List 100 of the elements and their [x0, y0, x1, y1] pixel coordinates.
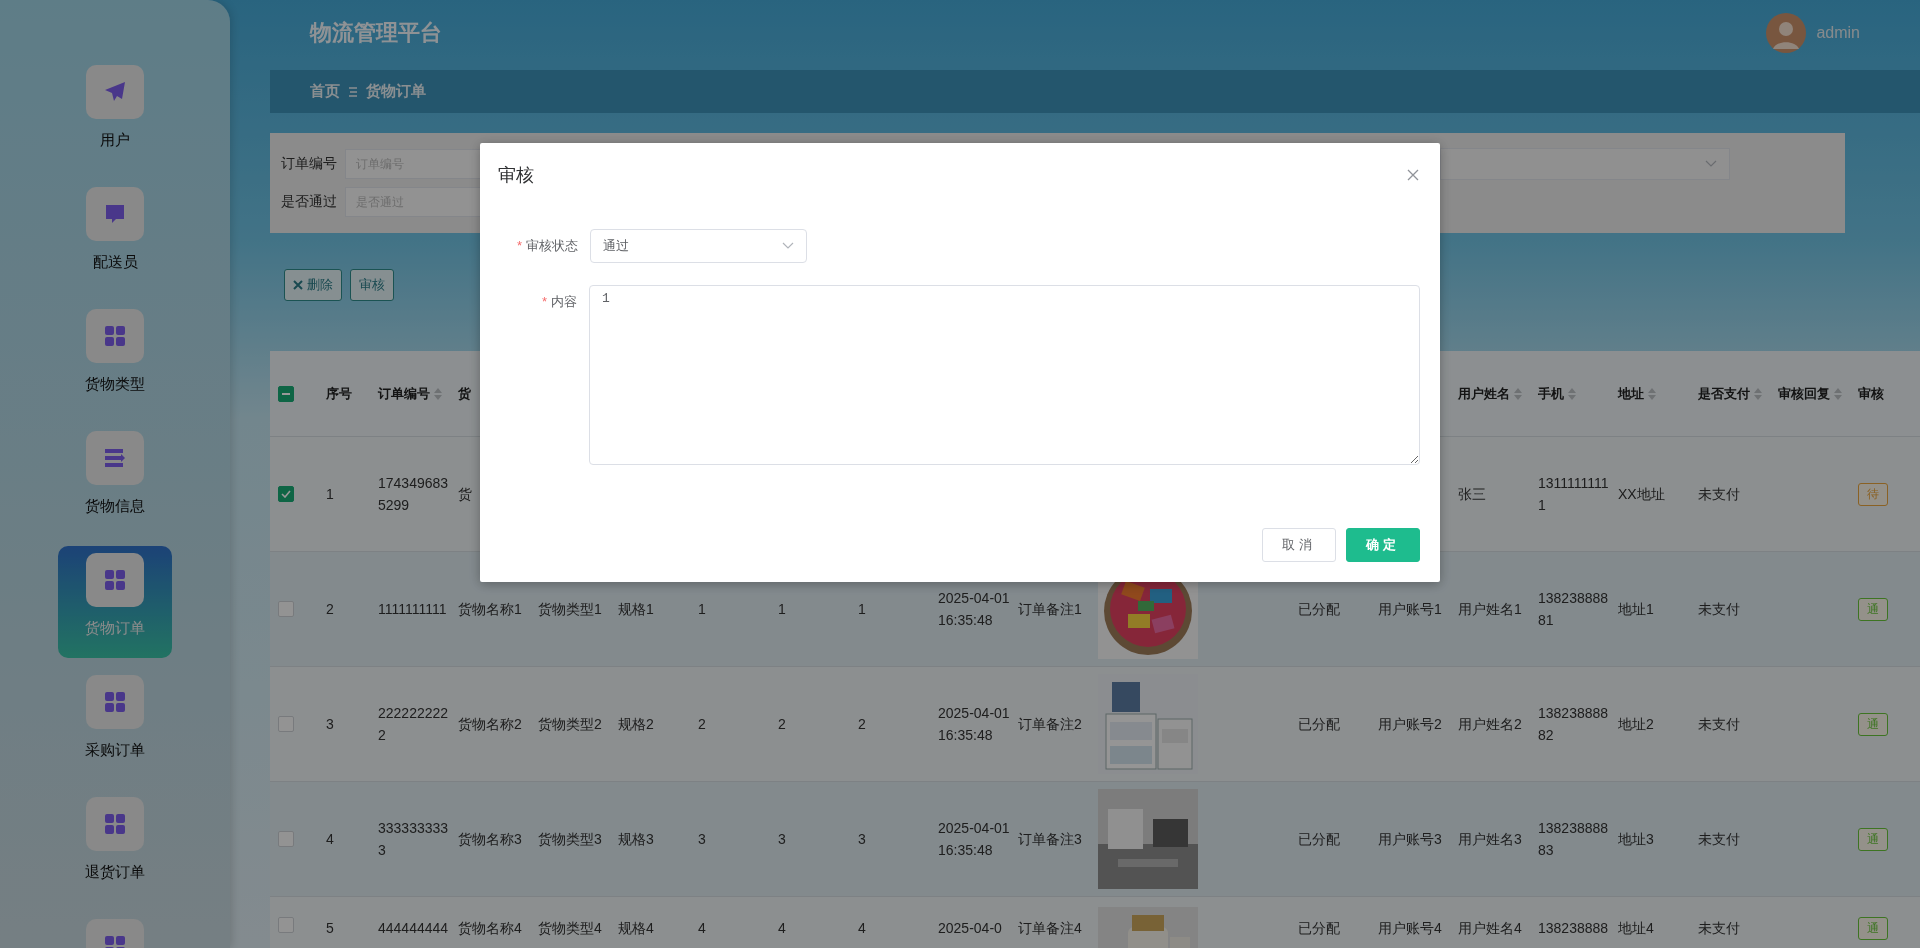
table-cell-text: 1 — [778, 600, 786, 619]
list-icon — [103, 446, 127, 470]
table-cell-text: 货物类型4 — [538, 919, 602, 938]
table-cell-text: 用户姓名2 — [1458, 715, 1522, 734]
sidebar-item[interactable]: 货物信息 — [58, 424, 172, 536]
table-cell-text: 13111111111 — [1538, 474, 1610, 515]
table-cell-text: 2025-04-01 16:35:48 — [938, 819, 1010, 860]
table-cell-text: 未支付 — [1698, 830, 1740, 849]
field-label: 是否通过 — [281, 193, 337, 211]
select-field[interactable] — [1440, 148, 1730, 180]
sidebar-item[interactable]: 退货订单 — [58, 790, 172, 902]
chevron-down-icon — [782, 242, 794, 250]
table-cell-text: 规格1 — [618, 600, 654, 619]
table-cell-text: 1111111111 — [378, 600, 447, 619]
sort-icon[interactable] — [434, 387, 442, 400]
sidebar-item[interactable]: 采购订单 — [58, 668, 172, 780]
sort-icon[interactable] — [1834, 387, 1842, 400]
confirm-button[interactable]: 确定 — [1346, 528, 1420, 562]
table-cell-text: 3 — [698, 830, 706, 849]
table-cell-text: 未支付 — [1698, 485, 1740, 504]
table-cell-text: 已分配 — [1298, 830, 1340, 849]
table-cell-text: 3 — [858, 830, 866, 849]
row-checkbox[interactable] — [278, 716, 294, 732]
status-tag: 通 — [1858, 917, 1888, 940]
close-button[interactable] — [1406, 168, 1420, 182]
row-checkbox[interactable] — [278, 831, 294, 847]
table-cell-text: 444444444 — [378, 919, 449, 938]
table-cell-text: 2 — [698, 715, 706, 734]
dialog-title: 审核 — [498, 164, 534, 187]
column-header[interactable]: 地址 — [1618, 384, 1656, 403]
column-header[interactable]: 是否支付 — [1698, 384, 1762, 403]
table-cell-text: 货物名称1 — [458, 600, 522, 619]
table-cell-text: 规格4 — [618, 919, 654, 938]
table-cell-text: 订单备注3 — [1018, 830, 1082, 849]
breadcrumb-item[interactable]: 货物订单 — [366, 82, 426, 101]
table-cell-text: 地址1 — [1618, 600, 1654, 619]
sidebar-item[interactable]: 用户 — [58, 58, 172, 170]
breadcrumb-item[interactable]: 首页 — [310, 82, 340, 101]
check-icon — [281, 490, 291, 498]
table-cell-text: 用户账号2 — [1378, 715, 1442, 734]
grid-icon — [103, 568, 127, 592]
table-cell-text: 地址3 — [1618, 830, 1654, 849]
table-cell-text: 2 — [778, 715, 786, 734]
table-cell-text: 张三 — [1458, 485, 1486, 504]
grid-icon — [103, 812, 127, 836]
select-all-checkbox[interactable] — [278, 385, 294, 402]
field-label: 订单编号 — [281, 155, 337, 173]
table-cell-text: 4 — [326, 830, 334, 849]
table-cell-text: 4 — [778, 919, 786, 938]
content-field[interactable]: 1 — [589, 285, 1420, 465]
chat-icon — [103, 202, 127, 226]
column-header[interactable]: 审核回复 — [1778, 384, 1842, 403]
column-header[interactable]: 订单编号 — [378, 384, 442, 403]
table-cell-text: 1743496835299 — [378, 474, 450, 515]
row-checkbox[interactable] — [278, 601, 294, 617]
table-cell-text: 3333333333 — [378, 819, 450, 860]
sidebar-item[interactable]: 货物类型 — [58, 302, 172, 414]
sidebar-item[interactable]: 配送员 — [58, 180, 172, 292]
table-cell-text: 货物名称3 — [458, 830, 522, 849]
table-cell-text: 已分配 — [1298, 919, 1340, 938]
table-cell-text: 用户姓名1 — [1458, 600, 1522, 619]
table-cell-text: 未支付 — [1698, 600, 1740, 619]
grid-icon — [103, 324, 127, 348]
table-cell-text: 用户账号1 — [1378, 600, 1442, 619]
status-tag: 通 — [1858, 827, 1888, 851]
avatar[interactable] — [1766, 12, 1807, 53]
cancel-button[interactable]: 取消 — [1262, 528, 1336, 562]
table-cell-text: 3 — [778, 830, 786, 849]
table-cell-text: 1 — [698, 600, 706, 619]
table-cell-text: 5 — [326, 919, 334, 938]
sidebar-label: 用户 — [100, 131, 130, 150]
sort-icon[interactable] — [1754, 387, 1762, 400]
row-checkbox[interactable] — [278, 917, 294, 933]
table-cell-text: 3 — [326, 715, 334, 734]
table-cell-text: 13823888882 — [1538, 704, 1610, 745]
sidebar-label: 货物订单 — [85, 619, 145, 638]
delete-button[interactable]: 删除 — [284, 269, 342, 301]
column-header[interactable]: 手机 — [1538, 384, 1576, 403]
sort-icon[interactable] — [1568, 387, 1576, 400]
table-cell-text: 货物类型3 — [538, 830, 602, 849]
table-cell-text: 订单备注1 — [1018, 600, 1082, 619]
table-cell-text: 4 — [858, 919, 866, 938]
table-cell-text: 规格3 — [618, 830, 654, 849]
sort-icon[interactable] — [1648, 387, 1656, 400]
form-label: * 内容 — [541, 293, 578, 311]
table-cell-text: 13823888881 — [1538, 589, 1610, 630]
table-cell-text: 货物类型2 — [538, 715, 602, 734]
table-cell-text: 货物名称4 — [458, 919, 522, 938]
row-checkbox[interactable] — [278, 486, 294, 502]
column-header[interactable]: 用户姓名 — [1458, 384, 1522, 403]
sort-icon[interactable] — [1514, 387, 1522, 400]
table-cell-text: 2 — [858, 715, 866, 734]
sidebar-label: 配送员 — [92, 253, 138, 272]
table-cell-text: XX地址 — [1618, 485, 1665, 504]
close-icon — [293, 280, 303, 290]
app-title: 物流管理平台 — [310, 18, 442, 47]
review-button[interactable]: 审核 — [350, 269, 394, 301]
status-tag: 通 — [1858, 597, 1888, 621]
separator-icon — [348, 85, 358, 98]
status-select[interactable]: 通过 — [590, 229, 807, 263]
